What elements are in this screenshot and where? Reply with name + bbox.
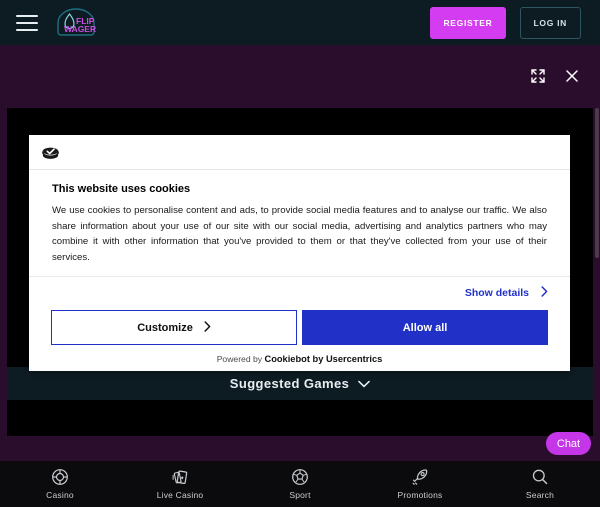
chat-button[interactable]: Chat — [546, 432, 591, 455]
nav-item-promotions[interactable]: Promotions — [360, 468, 480, 500]
customize-button[interactable]: Customize — [51, 310, 297, 346]
scrollbar-thumb[interactable] — [595, 108, 599, 258]
nav-label-sport: Sport — [289, 490, 311, 500]
cookie-dialog-header — [29, 135, 570, 170]
hamburger-menu-icon[interactable] — [16, 14, 38, 31]
lower-content-overlay — [7, 400, 593, 436]
site-logo[interactable]: FLIP WAGER — [52, 6, 100, 40]
allow-all-button[interactable]: Allow all — [302, 310, 548, 346]
football-icon — [291, 468, 309, 486]
cookie-dialog-title: This website uses cookies — [52, 183, 191, 195]
cookiebot-attribution: Powered by Cookiebot by Usercentrics — [29, 354, 570, 364]
nav-label-casino: Casino — [46, 490, 74, 500]
register-button[interactable]: REGISTER — [430, 6, 506, 39]
nav-item-search[interactable]: Search — [480, 468, 600, 500]
cookie-dialog-body: This website uses cookies We use cookies… — [29, 170, 570, 265]
search-icon — [531, 468, 549, 486]
nav-label-live-casino: Live Casino — [156, 490, 204, 500]
nav-item-casino[interactable]: Casino — [0, 468, 120, 500]
cookie-dialog-actions: Customize Allow all — [29, 310, 570, 346]
app-screen: FLIP WAGER REGISTER LOG IN Suggested Gam… — [0, 0, 600, 507]
suggested-games-label: Suggested Games — [229, 376, 350, 391]
login-button[interactable]: LOG IN — [519, 6, 581, 39]
poker-chip-icon — [51, 468, 69, 486]
cookie-consent-dialog: This website uses cookies We use cookies… — [29, 135, 570, 371]
overlay-window-controls — [526, 64, 584, 88]
chevron-right-icon — [204, 320, 211, 335]
top-navigation-bar: FLIP WAGER REGISTER LOG IN — [0, 0, 600, 45]
suggested-games-bar[interactable]: Suggested Games — [7, 367, 593, 400]
flip-wager-logo-icon: FLIP WAGER — [57, 7, 96, 36]
expand-fullscreen-icon[interactable] — [526, 64, 550, 88]
nav-item-sport[interactable]: Sport — [240, 468, 360, 500]
powered-by-brand: Cookiebot by Usercentrics — [264, 354, 383, 365]
chevron-down-icon — [358, 375, 371, 393]
close-icon[interactable] — [560, 64, 584, 88]
page-scrollbar[interactable] — [594, 108, 600, 436]
chevron-right-icon — [541, 285, 548, 300]
nav-item-live-casino[interactable]: Live Casino — [120, 468, 240, 500]
hamburger-line — [16, 14, 38, 17]
powered-by-prefix: Powered by — [216, 354, 263, 365]
bottom-navigation-bar: Casino Live Casino Sport Promotions Sear… — [0, 461, 600, 507]
cookie-dialog-text: We use cookies to personalise content an… — [52, 205, 547, 263]
playing-cards-icon — [171, 468, 189, 486]
cookie-icon — [42, 147, 59, 159]
customize-label: Customize — [137, 321, 193, 334]
nav-label-promotions: Promotions — [397, 490, 443, 500]
show-details-link[interactable]: Show details — [464, 285, 548, 300]
purple-background-band — [0, 45, 600, 108]
hamburger-line — [16, 28, 38, 31]
rocket-icon — [411, 468, 429, 486]
nav-label-search: Search — [525, 490, 555, 500]
cookie-show-details-row: Show details — [29, 276, 570, 308]
show-details-label: Show details — [464, 286, 529, 299]
hamburger-line — [16, 21, 38, 24]
svg-text:WAGER: WAGER — [64, 24, 96, 34]
